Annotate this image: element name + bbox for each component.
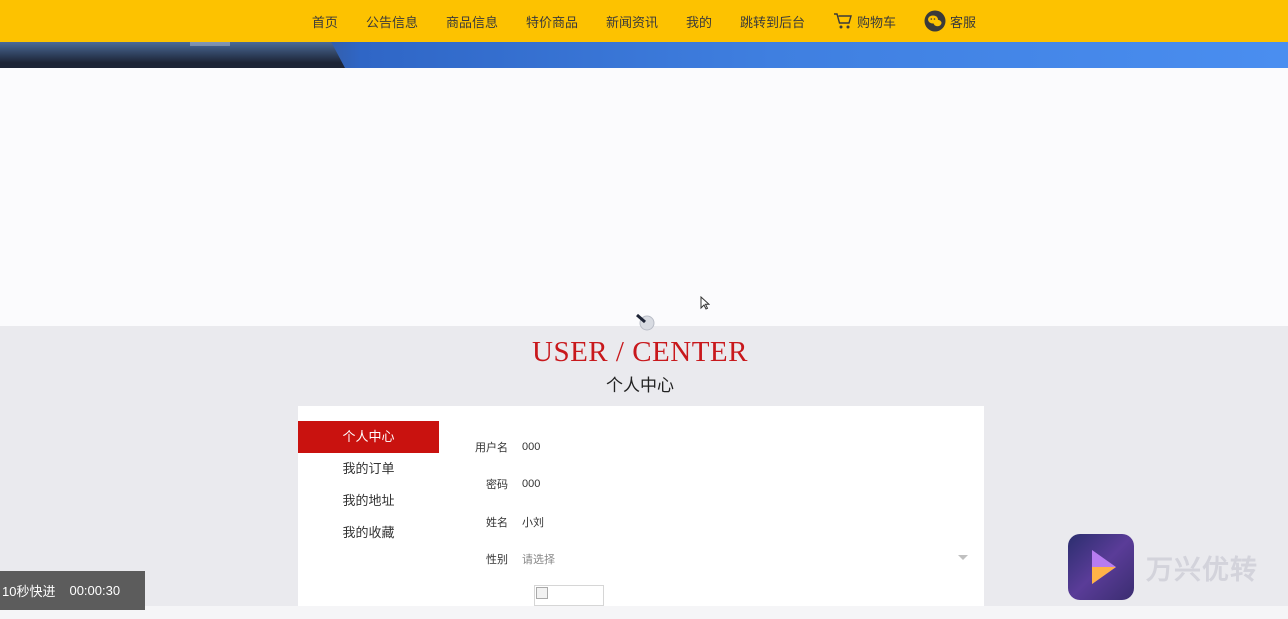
watermark: 万兴优转 <box>1068 534 1258 600</box>
password-label: 密码 <box>486 479 508 491</box>
password-row: 密码 <box>438 472 968 496</box>
nav-item-news[interactable]: 新闻资讯 <box>592 12 672 31</box>
nav-item-label: 公告信息 <box>365 14 418 30</box>
password-field[interactable] <box>522 478 968 490</box>
watermark-text: 万兴优转 <box>1146 554 1258 585</box>
gender-row: 性别 请选择 <box>438 547 968 571</box>
nav-item-specials[interactable]: 特价商品 <box>512 12 592 31</box>
loading-icon <box>636 312 656 332</box>
watermark-logo-icon <box>1068 534 1134 600</box>
gender-select[interactable]: 请选择 <box>522 551 968 567</box>
sidebar-item-address[interactable]: 我的地址 <box>298 485 439 517</box>
chevron-down-icon[interactable] <box>958 555 968 560</box>
nav-item-service[interactable]: 客服 <box>910 10 990 32</box>
name-field[interactable] <box>522 516 968 528</box>
name-row: 姓名 <box>438 510 968 534</box>
sidebar-item-profile[interactable]: 个人中心 <box>298 421 439 453</box>
user-center-panel: 个人中心 我的订单 我的地址 我的收藏 用户名 密码 姓名 性别 请选择 <box>298 406 984 606</box>
nav-item-products[interactable]: 商品信息 <box>432 12 512 31</box>
sidebar: 个人中心 我的订单 我的地址 我的收藏 <box>298 421 439 549</box>
broken-image-icon <box>536 587 548 599</box>
nav-item-label: 商品信息 <box>445 14 498 30</box>
nav-item-admin[interactable]: 跳转到后台 <box>726 12 819 31</box>
nav-item-label: 新闻资讯 <box>605 14 658 30</box>
username-field[interactable] <box>522 441 968 453</box>
nav-item-mine[interactable]: 我的 <box>672 12 726 31</box>
banner-image <box>0 42 1288 68</box>
nav-item-label: 特价商品 <box>525 14 578 30</box>
wechat-icon <box>924 10 946 32</box>
recorder-overlay: 10秒快进 00:00:30 <box>0 571 145 610</box>
sidebar-item-favorites[interactable]: 我的收藏 <box>298 517 439 549</box>
nav-item-label: 我的 <box>686 14 713 30</box>
page-bottom <box>0 606 1288 619</box>
nav-item-label: 跳转到后台 <box>740 14 806 30</box>
recorder-time: 00:00:30 <box>69 583 121 598</box>
username-row: 用户名 <box>438 435 968 459</box>
nav-item-notices[interactable]: 公告信息 <box>352 12 432 31</box>
name-label: 姓名 <box>486 517 508 529</box>
avatar-image <box>534 585 604 606</box>
nav-item-label: 购物车 <box>857 14 897 30</box>
page-title-cn: 个人中心 <box>606 376 674 395</box>
page-title-en: USER / CENTER <box>532 336 748 368</box>
banner-placeholder <box>0 68 1288 326</box>
nav-item-home[interactable]: 首页 <box>298 12 352 31</box>
fast-forward-label[interactable]: 10秒快进 <box>2 581 55 600</box>
gender-label: 性别 <box>486 554 508 566</box>
cart-icon <box>833 12 853 30</box>
sidebar-item-orders[interactable]: 我的订单 <box>298 453 439 485</box>
top-nav: 首页 公告信息 商品信息 特价商品 新闻资讯 我的 跳转到后台 购物车 客服 <box>0 0 1288 42</box>
nav-item-label: 客服 <box>950 14 977 30</box>
username-label: 用户名 <box>475 442 508 454</box>
nav-item-cart[interactable]: 购物车 <box>819 12 910 31</box>
mouse-cursor-icon <box>700 295 711 315</box>
nav-item-label: 首页 <box>311 14 338 30</box>
